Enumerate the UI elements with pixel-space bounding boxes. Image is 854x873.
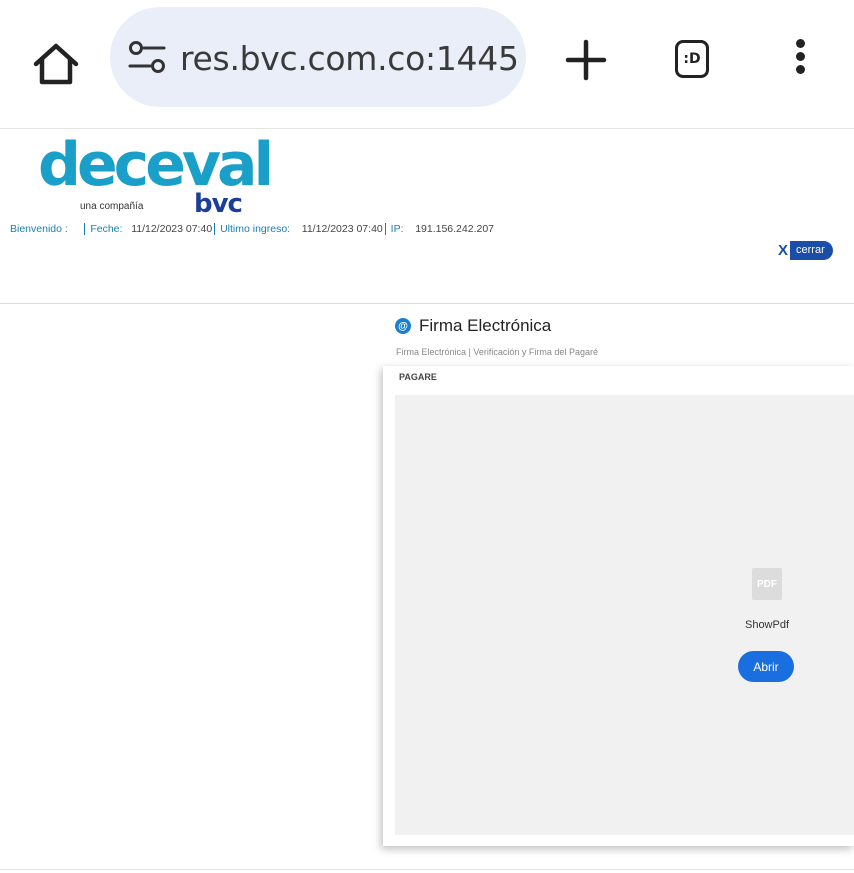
logout-x[interactable]: X: [778, 242, 788, 259]
logout-button[interactable]: cerrar: [790, 241, 833, 260]
breadcrumb-separator: |: [468, 347, 471, 357]
breadcrumb-verificacion[interactable]: Verificación y Firma del Pagaré: [473, 347, 598, 357]
ip-label: IP:: [390, 223, 404, 235]
pdf-file-name: ShowPdf: [744, 619, 790, 631]
home-icon[interactable]: [30, 38, 82, 90]
browser-toolbar: res.bvc.com.co:1445 :D: [0, 0, 854, 128]
breadcrumb-firma[interactable]: Firma Electrónica: [396, 347, 466, 357]
logo-subtitle: una compañía: [80, 201, 144, 212]
logo-word: deceval: [38, 130, 274, 200]
date-value: 11/12/2023 07:40: [131, 223, 213, 235]
ip-value: 191.156.242.207: [415, 223, 495, 235]
pdf-viewer: PDF ShowPdf Abrir: [395, 395, 854, 835]
tab-switcher-icon[interactable]: :D: [675, 40, 709, 78]
open-pdf-button[interactable]: Abrir: [738, 651, 794, 682]
page-title-text: Firma Electrónica: [419, 316, 552, 335]
logo-bvc: bvc: [194, 189, 243, 219]
date-label: Feche:: [90, 223, 123, 235]
url-text[interactable]: res.bvc.com.co:1445: [180, 39, 519, 78]
welcome-label: Bienvenido :: [10, 223, 68, 235]
tune-icon[interactable]: [126, 39, 168, 75]
tab-switcher-label: :D: [683, 51, 701, 67]
pdf-icon-text: PDF: [757, 578, 777, 590]
session-info-bar: Bienvenido : Feche: 11/12/2023 07:40 Ult…: [10, 223, 495, 236]
breadcrumb: Firma Electrónica | Verificación y Firma…: [396, 347, 598, 357]
last-login-label: Ultimo ingreso:: [220, 223, 291, 235]
bottom-divider: [0, 869, 854, 870]
last-login-value: 11/12/2023 07:40: [301, 223, 383, 235]
site-header: deceval una compañía bvc Bienvenido : Fe…: [0, 128, 854, 304]
new-tab-plus-icon[interactable]: [562, 36, 610, 84]
page-title: @ Firma Electrónica: [395, 316, 551, 336]
address-bar[interactable]: res.bvc.com.co:1445: [110, 7, 526, 107]
deceval-logo: deceval una compañía bvc: [30, 135, 274, 225]
pdf-file-icon: PDF: [752, 568, 782, 600]
more-vert-icon[interactable]: [788, 36, 812, 84]
panel-label: PAGARE: [399, 372, 437, 382]
logout-control[interactable]: X cerrar: [778, 241, 833, 260]
pagare-panel: PAGARE PDF ShowPdf Abrir: [383, 366, 854, 846]
info-circle-icon: @: [395, 318, 411, 334]
